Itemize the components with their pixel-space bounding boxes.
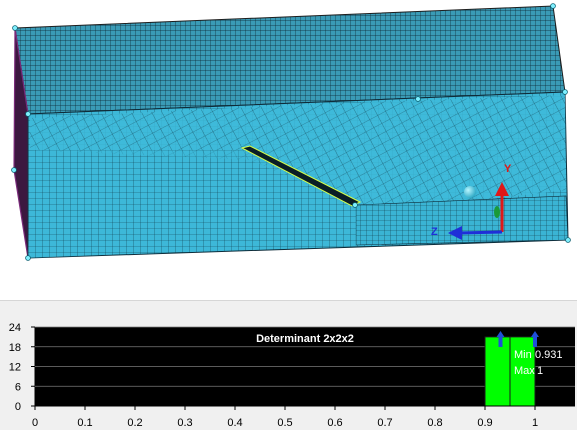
panel-splitter[interactable] [0,300,577,313]
histogram-chart: 0 6 12 18 24 0 0.1 0.2 0.3 0.4 0.5 0.6 0.7 0.8 0.9 1 D… [9,322,575,429]
min-value: 0.931 [535,349,563,361]
x-tick-label: 0.4 [227,417,242,429]
x-tick-label: 0.8 [427,417,442,429]
x-tick-label: 0.5 [277,417,292,429]
triad-label-z: Z [431,226,438,238]
y-tick-label: 24 [9,322,21,334]
y-tick-label: 18 [9,342,21,354]
mesh-viewport[interactable]: Y Z [0,0,577,300]
y-axis: 0 6 12 18 24 [9,322,36,413]
x-tick-label: 0.6 [327,417,342,429]
x-tick-label: 1 [532,417,538,429]
x-tick-label: 0.3 [177,417,192,429]
x-axis: 0 0.1 0.2 0.3 0.4 0.5 0.6 0.7 0.8 0.9 1 [32,405,575,429]
x-tick-label: 0.7 [377,417,392,429]
x-tick-label: 0.1 [77,417,92,429]
min-label: Min [514,349,532,361]
y-tick-label: 6 [15,381,21,393]
selection-sphere [464,186,476,198]
chart-title: Determinant 2x2x2 [256,333,354,345]
histogram-panel: 0 6 12 18 24 0 0.1 0.2 0.3 0.4 0.5 0.6 0.7 0.8 0.9 1 D… [0,313,577,430]
mesh-canvas[interactable]: Y Z [0,0,577,300]
x-tick-label: 0.9 [477,417,492,429]
max-label: Max [514,365,535,377]
y-tick-label: 0 [15,401,21,413]
histogram-bar [484,336,511,407]
y-tick-label: 12 [9,362,21,374]
max-value: 1 [537,365,543,377]
x-tick-label: 0 [32,417,38,429]
triad-label-y: Y [504,163,512,175]
x-tick-label: 0.2 [127,417,142,429]
